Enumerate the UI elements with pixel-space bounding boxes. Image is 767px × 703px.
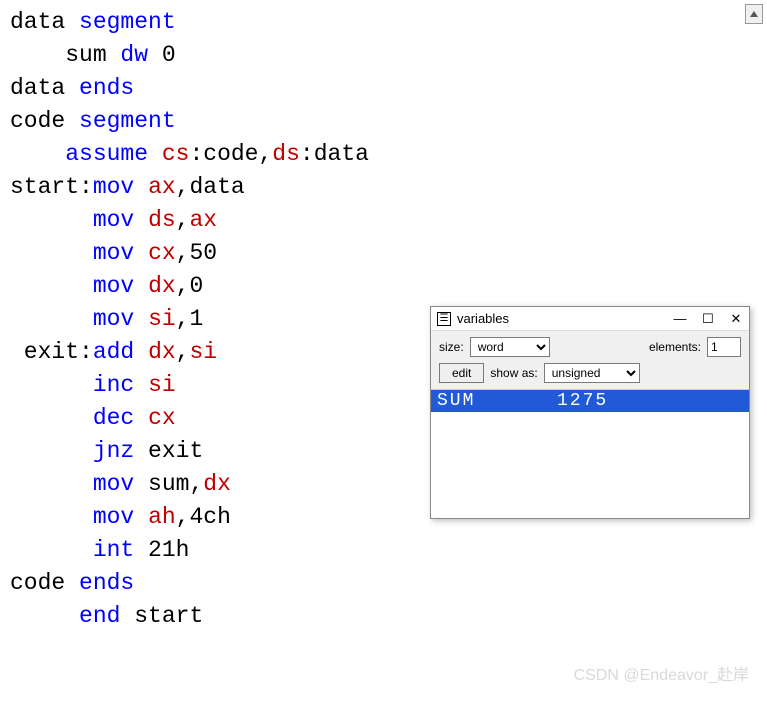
code-line: mov dx,0 <box>10 270 757 303</box>
minimize-button[interactable]: — <box>673 312 687 326</box>
window-title: variables <box>457 311 673 326</box>
elements-label: elements: <box>649 340 701 354</box>
elements-input[interactable] <box>707 337 741 357</box>
code-line: code segment <box>10 105 757 138</box>
variable-row[interactable]: SUM1275 <box>431 390 749 412</box>
code-line: data ends <box>10 72 757 105</box>
code-line: end start <box>10 600 757 633</box>
showas-label: show as: <box>490 366 537 380</box>
code-line: mov ds,ax <box>10 204 757 237</box>
code-line: data segment <box>10 6 757 39</box>
maximize-button[interactable]: ☐ <box>701 312 715 326</box>
close-button[interactable]: ✕ <box>729 312 743 326</box>
code-line: mov cx,50 <box>10 237 757 270</box>
variable-name: SUM <box>437 391 557 411</box>
variable-value: 1275 <box>557 391 608 411</box>
scroll-up-button[interactable] <box>745 4 763 24</box>
toolbar: size: word elements: edit show as: unsig… <box>431 331 749 390</box>
code-line: assume cs:code,ds:data <box>10 138 757 171</box>
size-label: size: <box>439 340 464 354</box>
edit-button[interactable]: edit <box>439 363 484 383</box>
code-line: code ends <box>10 567 757 600</box>
code-line: sum dw 0 <box>10 39 757 72</box>
variables-window: ☰ variables — ☐ ✕ size: word elements: e… <box>430 306 750 519</box>
variables-list[interactable]: SUM1275 <box>431 390 749 518</box>
code-line: start:mov ax,data <box>10 171 757 204</box>
titlebar[interactable]: ☰ variables — ☐ ✕ <box>431 307 749 331</box>
showas-select[interactable]: unsigned <box>544 363 640 383</box>
window-icon: ☰ <box>437 312 451 326</box>
size-select[interactable]: word <box>470 337 550 357</box>
code-line: int 21h <box>10 534 757 567</box>
watermark: CSDN @Endeavor_赴岸 <box>574 661 749 685</box>
